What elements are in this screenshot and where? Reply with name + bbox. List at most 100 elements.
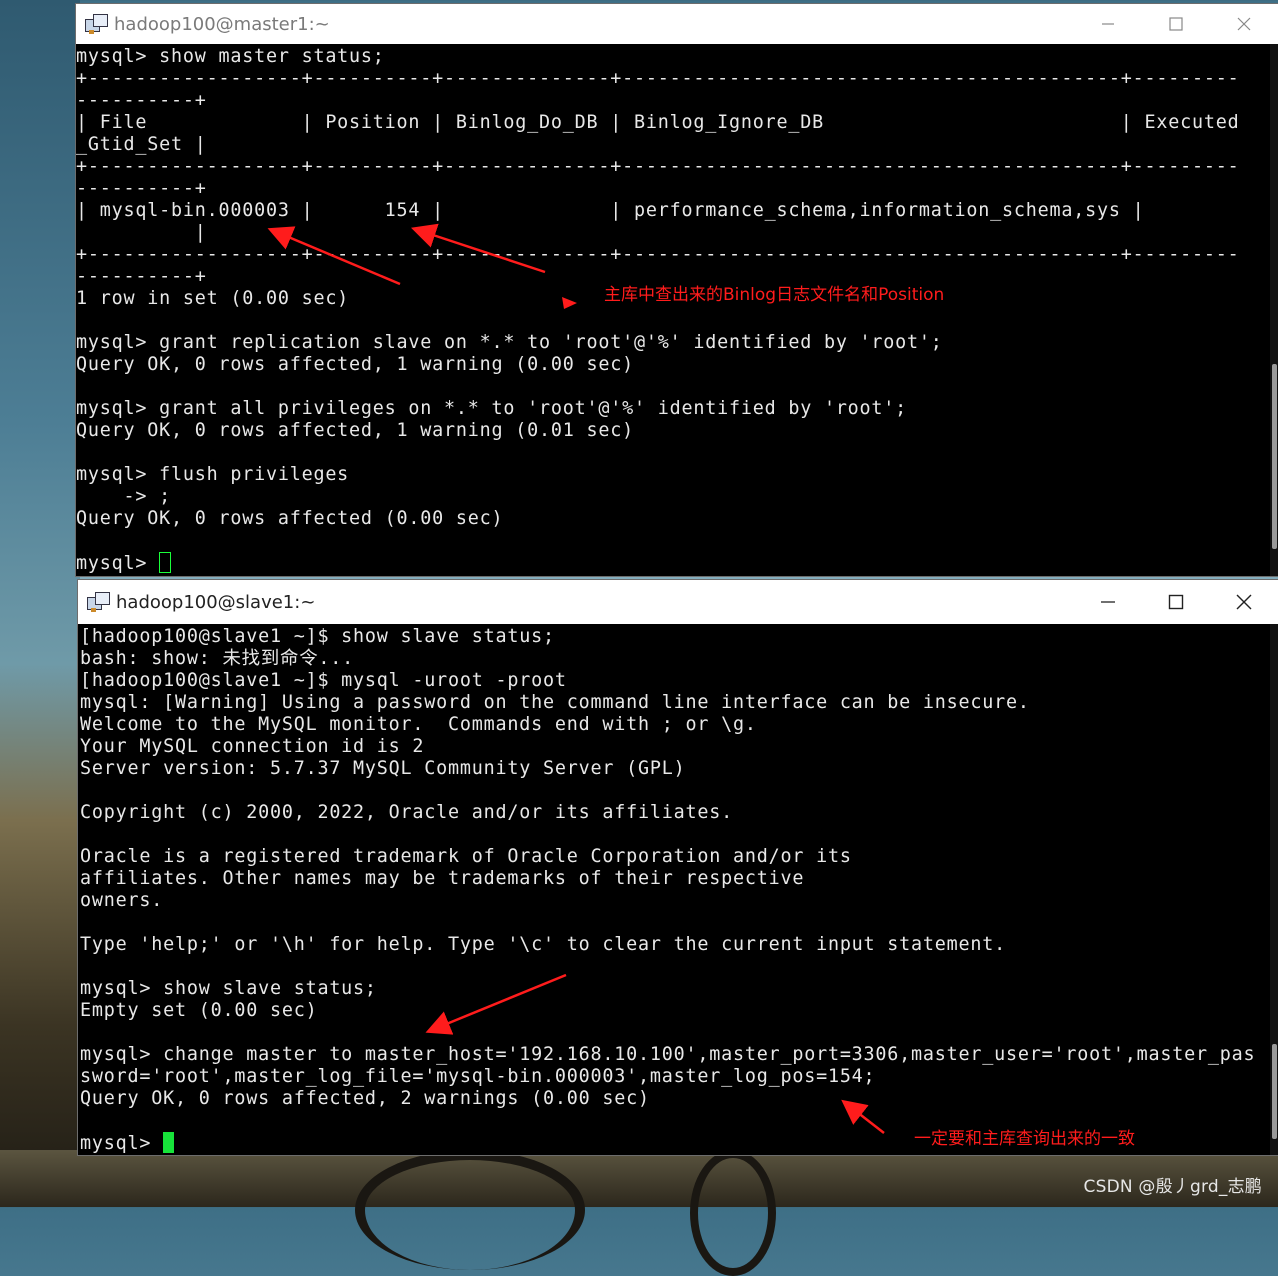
terminal-line-text: mysql> grant all privileges on *.* to 'r… (76, 398, 908, 419)
terminal-line: Type 'help;' or '\h' for help. Type '\c'… (80, 934, 1266, 956)
terminal-line: -> ; (76, 486, 1266, 508)
terminal-line-text: _Gtid_Set | (76, 134, 207, 155)
terminal-line: [hadoop100@slave1 ~]$ show slave status; (80, 626, 1266, 648)
terminal-line: bash: show: 未找到命令... (80, 648, 1266, 670)
terminal-line: Query OK, 0 rows affected, 2 warnings (0… (80, 1088, 1266, 1110)
master-terminal-output[interactable]: mysql> show master status; +-------------… (76, 46, 1266, 576)
terminal-line-text: +------------------+----------+---------… (76, 68, 1240, 89)
terminal-line: affiliates. Other names may be trademark… (80, 868, 1266, 890)
minimize-icon (1101, 601, 1115, 603)
master-scrollbar[interactable] (1270, 44, 1278, 576)
terminal-line-text: mysql> change master to master_host='192… (80, 1044, 1256, 1065)
minimize-button[interactable] (1074, 4, 1142, 44)
consistency-note-annotation: 一定要和主库查询出来的一致 (914, 1129, 1135, 1149)
terminal-line: mysql> change master to master_host='192… (80, 1044, 1266, 1066)
close-button[interactable] (1210, 4, 1278, 44)
terminal-line: mysql> grant replication slave on *.* to… (76, 332, 1266, 354)
close-button[interactable] (1210, 580, 1278, 624)
terminal-line: Copyright (c) 2000, 2022, Oracle and/or … (80, 802, 1266, 824)
terminal-line: | mysql-bin.000003 | 154 | | performance… (76, 200, 1266, 222)
slave-scrollbar[interactable] (1270, 624, 1278, 1155)
putty-app-icon (87, 591, 110, 613)
terminal-line-text: Oracle is a registered trademark of Orac… (80, 846, 852, 867)
putty-app-icon (85, 13, 108, 35)
terminal-line-text: ----------+ (76, 90, 207, 111)
terminal-line-text: | (76, 222, 207, 243)
terminal-line: Query OK, 0 rows affected, 1 warning (0.… (76, 354, 1266, 376)
slave-window-title: hadoop100@slave1:~ (116, 591, 316, 613)
terminal-line: Query OK, 0 rows affected (0.00 sec) (76, 508, 1266, 530)
csdn-watermark: CSDN @殷丿grd_志鹏 (1083, 1177, 1262, 1197)
terminal-line: owners. (80, 890, 1266, 912)
terminal-line-text: [hadoop100@slave1 ~]$ show slave status; (80, 626, 555, 647)
binlog-note-annotation: 主库中查出来的Binlog日志文件名和Position (604, 285, 945, 305)
terminal-line-text: ----------+ (76, 178, 207, 199)
terminal-line-text: [hadoop100@slave1 ~]$ mysql -uroot -proo… (80, 670, 567, 691)
terminal-line-text: mysql> show master status; (76, 46, 385, 67)
maximize-button[interactable] (1142, 4, 1210, 44)
terminal-line-text: Copyright (c) 2000, 2022, Oracle and/or … (80, 802, 733, 823)
terminal-line: mysql> show master status; (76, 46, 1266, 68)
terminal-line: mysql: [Warning] Using a password on the… (80, 692, 1266, 714)
slave-terminal-window[interactable]: hadoop100@slave1:~ [hadoop100@slave1 ~]$… (78, 580, 1278, 1155)
terminal-line: ----------+ (76, 178, 1266, 200)
terminal-line-text: Query OK, 0 rows affected, 1 warning (0.… (76, 354, 634, 375)
terminal-line-text: mysql> flush privileges (76, 464, 350, 485)
terminal-line-text: Empty set (0.00 sec) (80, 1000, 318, 1021)
terminal-line: Server version: 5.7.37 MySQL Community S… (80, 758, 1266, 780)
terminal-line: _Gtid_Set | (76, 134, 1266, 156)
terminal-line-text: Welcome to the MySQL monitor. Commands e… (80, 714, 757, 735)
slave-scrollbar-thumb[interactable] (1272, 1044, 1277, 1139)
desktop-wallpaper (0, 0, 80, 1207)
terminal-line-text: -> ; (76, 486, 171, 507)
maximize-button[interactable] (1142, 580, 1210, 624)
terminal-line-text: Query OK, 0 rows affected, 2 warnings (0… (80, 1088, 650, 1109)
terminal-line: +------------------+----------+---------… (76, 156, 1266, 178)
terminal-line-text: | File | Position | Binlog_Do_DB | Binlo… (76, 112, 1240, 133)
slave-titlebar[interactable]: hadoop100@slave1:~ (78, 580, 1278, 624)
close-icon (1236, 594, 1252, 610)
wallpaper-bicycle-wheel (355, 1150, 585, 1270)
close-icon (1237, 17, 1251, 31)
terminal-line-text: | mysql-bin.000003 | 154 | | performance… (76, 200, 1145, 221)
terminal-line-text: bash: show: 未找到命令... (80, 648, 355, 669)
terminal-line-text: 1 row in set (0.00 sec) (76, 288, 350, 309)
terminal-line: mysql> show slave status; (80, 978, 1266, 1000)
maximize-icon (1169, 17, 1183, 31)
terminal-line-text: ----------+ (76, 266, 207, 287)
terminal-line: Your MySQL connection id is 2 (80, 736, 1266, 758)
terminal-line: | (76, 222, 1266, 244)
terminal-line: mysql> grant all privileges on *.* to 'r… (76, 398, 1266, 420)
terminal-line: Oracle is a registered trademark of Orac… (80, 846, 1266, 868)
terminal-line: Empty set (0.00 sec) (80, 1000, 1266, 1022)
terminal-line-text: owners. (80, 890, 164, 911)
slave-terminal-output[interactable]: [hadoop100@slave1 ~]$ show slave status;… (80, 626, 1266, 1155)
master-titlebar[interactable]: hadoop100@master1:~ (76, 4, 1278, 44)
terminal-line-text: sword='root',master_log_file='mysql-bin.… (80, 1066, 876, 1087)
terminal-line: Query OK, 0 rows affected, 1 warning (0.… (76, 420, 1266, 442)
terminal-cursor (163, 1132, 175, 1153)
terminal-line-text: mysql> (76, 553, 160, 574)
terminal-line: Welcome to the MySQL monitor. Commands e… (80, 714, 1266, 736)
wallpaper-bicycle-wheel-small (690, 1150, 776, 1276)
terminal-line: mysql> (76, 552, 1266, 574)
terminal-line-text: mysql> show slave status; (80, 978, 377, 999)
terminal-line: +------------------+----------+---------… (76, 68, 1266, 90)
terminal-line-text: +------------------+----------+---------… (76, 244, 1240, 265)
maximize-icon (1168, 594, 1184, 610)
terminal-line-text: Query OK, 0 rows affected, 1 warning (0.… (76, 420, 634, 441)
master-scrollbar-thumb[interactable] (1272, 364, 1277, 549)
minimize-icon (1102, 23, 1114, 25)
terminal-line: mysql> flush privileges (76, 464, 1266, 486)
terminal-line-text: +------------------+----------+---------… (76, 156, 1240, 177)
terminal-line: +------------------+----------+---------… (76, 244, 1266, 266)
terminal-line-text: mysql: [Warning] Using a password on the… (80, 692, 1030, 713)
terminal-line-text: mysql> (80, 1133, 164, 1154)
minimize-button[interactable] (1074, 580, 1142, 624)
